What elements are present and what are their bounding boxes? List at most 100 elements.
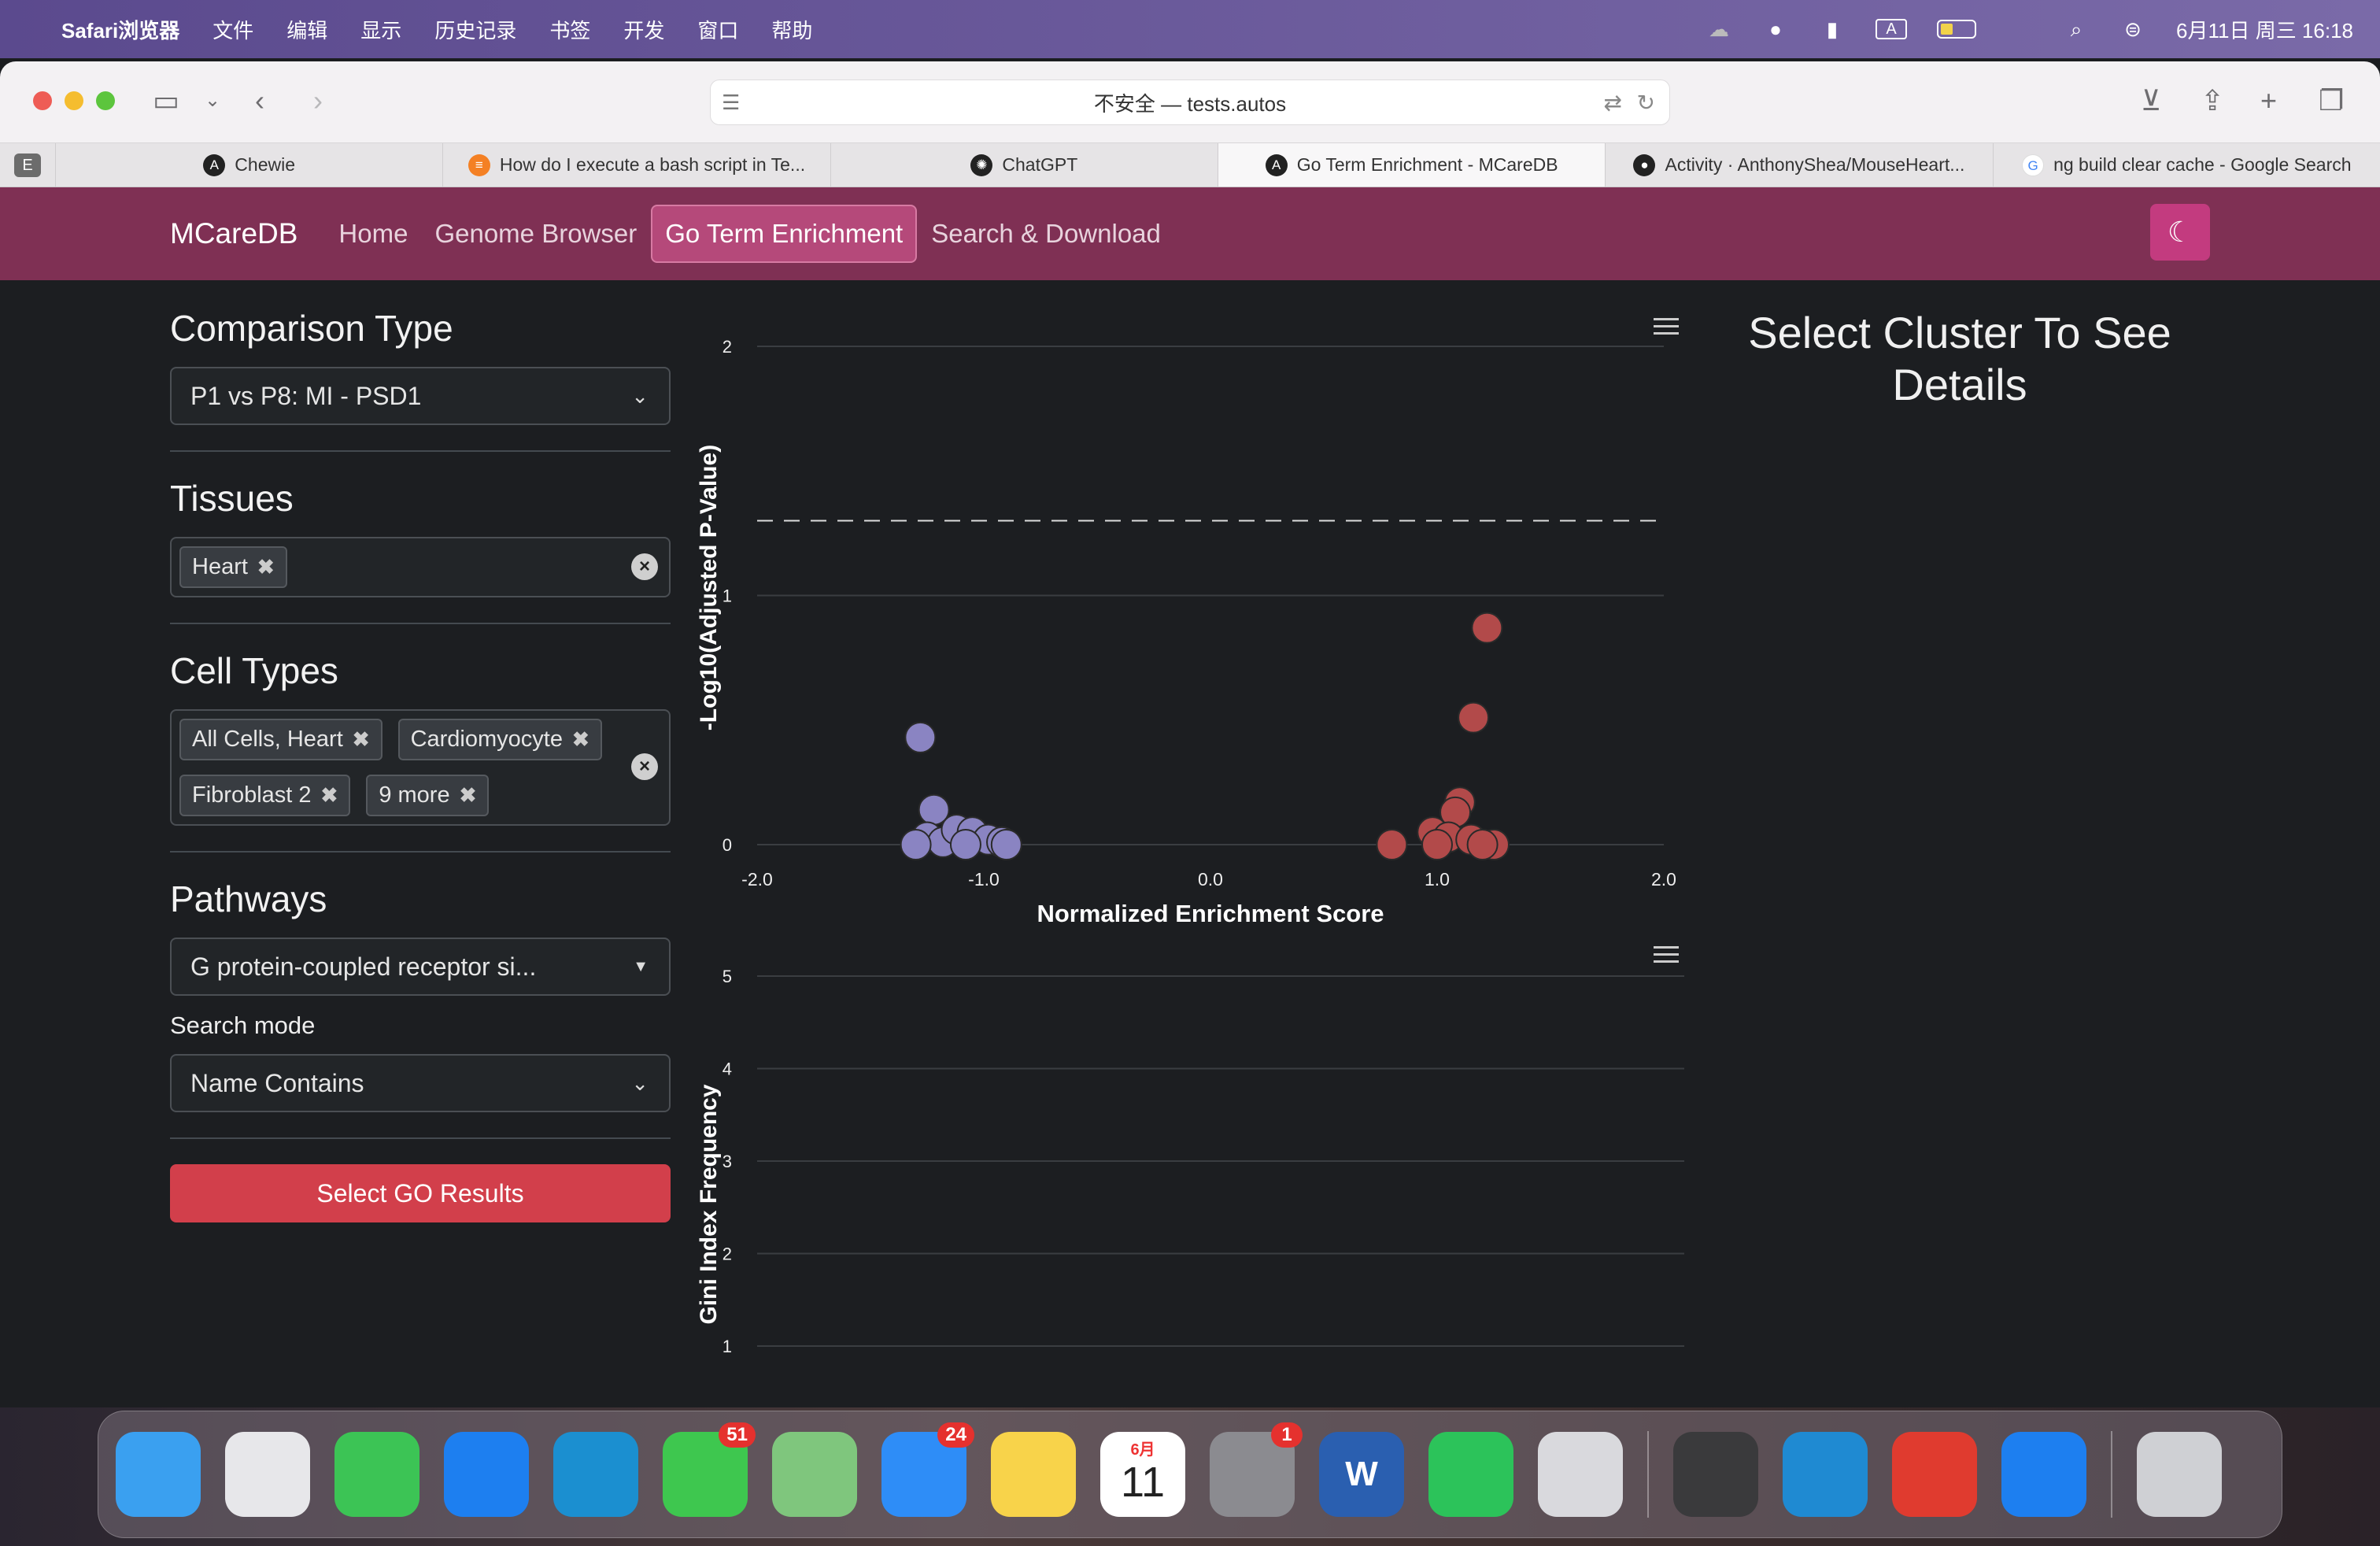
safari-technology-preview-icon[interactable] xyxy=(2001,1432,2086,1517)
menu-bookmarks[interactable]: 书签 xyxy=(549,15,590,44)
clear-all-icon[interactable]: × xyxy=(631,553,658,580)
nav-home[interactable]: Home xyxy=(338,219,408,249)
clear-all-icon[interactable]: × xyxy=(631,753,658,780)
cell-type-chip[interactable]: Cardiomyocyte ✖ xyxy=(397,719,602,760)
cloud-icon[interactable]: ☁ xyxy=(1706,19,1732,39)
battery-icon[interactable] xyxy=(1937,20,1977,39)
remove-chip-icon[interactable]: ✖ xyxy=(321,783,338,807)
menu-window[interactable]: 窗口 xyxy=(697,15,738,44)
forward-icon[interactable]: › xyxy=(313,85,323,117)
calculator-icon[interactable] xyxy=(1673,1432,1758,1517)
address-bar[interactable]: ☰ 不安全 — tests.autos ⇄ ↻ xyxy=(710,80,1670,125)
vscode-icon[interactable] xyxy=(1783,1432,1868,1517)
notes-icon[interactable] xyxy=(991,1432,1076,1517)
comparison-type-select[interactable]: P1 vs P8: MI - PSD1 ⌄ xyxy=(170,367,671,425)
contacts-status-icon[interactable]: ▮ xyxy=(1819,19,1846,39)
tab-stackoverflow[interactable]: ≡ How do I execute a bash script in Te... xyxy=(442,143,830,187)
menu-history[interactable]: 历史记录 xyxy=(434,15,516,44)
tab-chewie[interactable]: A Chewie xyxy=(55,143,442,187)
select-go-results-button[interactable]: Select GO Results xyxy=(170,1164,671,1222)
data-point[interactable] xyxy=(949,829,981,860)
tab-group-icon[interactable]: E xyxy=(0,143,55,187)
pathways-select[interactable]: G protein-coupled receptor si... ▼ xyxy=(170,938,671,996)
tab-overview-icon[interactable]: ❐ xyxy=(2319,85,2344,117)
data-point[interactable] xyxy=(1466,829,1499,860)
dark-mode-toggle[interactable]: ☾ xyxy=(2150,204,2210,261)
caret-down-icon: ▼ xyxy=(633,957,649,975)
minimize-window-button[interactable] xyxy=(65,91,83,110)
share-icon[interactable]: ⇪ xyxy=(2201,85,2224,117)
menu-develop[interactable]: 开发 xyxy=(623,15,664,44)
nav-search-download[interactable]: Search & Download xyxy=(931,219,1161,249)
cell-type-chip[interactable]: All Cells, Heart ✖ xyxy=(179,719,382,760)
data-point[interactable] xyxy=(1458,701,1490,734)
notification-badge: 24 xyxy=(937,1422,974,1448)
data-point[interactable] xyxy=(900,829,932,860)
wifi-icon[interactable] xyxy=(2006,19,2033,39)
safari-icon[interactable] xyxy=(444,1432,529,1517)
menu-bar-line xyxy=(1654,953,1679,956)
remove-chip-icon[interactable]: ✖ xyxy=(572,727,589,751)
tab-github-activity[interactable]: ● Activity · AnthonyShea/MouseHeart... xyxy=(1605,143,1992,187)
iphone-mirroring-icon[interactable] xyxy=(1538,1432,1623,1517)
remove-chip-icon[interactable]: ✖ xyxy=(460,783,477,807)
close-window-button[interactable] xyxy=(33,91,52,110)
facetime-icon[interactable] xyxy=(334,1432,419,1517)
tissue-chip[interactable]: Heart ✖ xyxy=(179,546,287,588)
page-menu-icon[interactable]: ☰ xyxy=(722,91,740,115)
word-icon[interactable]: W xyxy=(1319,1432,1404,1517)
data-point[interactable] xyxy=(1421,829,1453,860)
maps-icon[interactable] xyxy=(772,1432,857,1517)
chart-menu-icon[interactable] xyxy=(1654,946,1679,963)
menu-app-name[interactable]: Safari浏览器 xyxy=(61,15,179,44)
system-settings-icon[interactable]: 1 xyxy=(1210,1422,1303,1517)
data-point[interactable] xyxy=(1471,612,1503,644)
launchpad-icon[interactable] xyxy=(225,1432,310,1517)
tab-google-search[interactable]: Gng build clear cache - Google Search xyxy=(1992,143,2380,187)
data-point[interactable] xyxy=(990,829,1022,860)
new-tab-icon[interactable]: + xyxy=(2260,85,2277,117)
wps-icon[interactable] xyxy=(1892,1432,1977,1517)
control-center-icon[interactable]: ⊜ xyxy=(2119,19,2146,39)
cell-type-chip[interactable]: Fibroblast 2 ✖ xyxy=(179,775,351,816)
data-point[interactable] xyxy=(1376,829,1408,860)
brand-logo[interactable]: MCareDB xyxy=(170,217,298,250)
more-chip[interactable]: 9 more ✖ xyxy=(366,775,490,816)
menu-edit[interactable]: 编辑 xyxy=(286,15,327,44)
calendar-icon[interactable]: 6月 11 xyxy=(1100,1432,1185,1517)
translate-icon[interactable]: ⇄ xyxy=(1604,90,1622,116)
nav-go-term-enrichment[interactable]: Go Term Enrichment xyxy=(651,205,918,263)
messages-icon[interactable]: 51 xyxy=(663,1422,756,1517)
menu-help[interactable]: 帮助 xyxy=(771,15,812,44)
finder-icon[interactable] xyxy=(116,1432,201,1517)
reload-icon[interactable]: ↻ xyxy=(1637,90,1655,116)
downloads-icon[interactable]: ⊻ xyxy=(2141,85,2161,117)
zoom-window-button[interactable] xyxy=(96,91,115,110)
data-point[interactable] xyxy=(904,721,937,753)
divider xyxy=(170,851,671,853)
menu-clock[interactable]: 6月11日 周三 16:18 xyxy=(2176,15,2353,44)
remove-chip-icon[interactable]: ✖ xyxy=(257,555,275,579)
tab-go-term-enrichment[interactable]: A Go Term Enrichment - MCareDB xyxy=(1217,143,1606,187)
chevron-down-icon[interactable]: ⌄ xyxy=(205,85,220,117)
github-icon: ● xyxy=(1633,153,1656,176)
menu-view[interactable]: 显示 xyxy=(360,15,401,44)
remove-chip-icon[interactable]: ✖ xyxy=(353,727,370,751)
menu-file[interactable]: 文件 xyxy=(213,15,253,44)
chip-label: Heart xyxy=(192,554,248,579)
cell-types-multiselect[interactable]: All Cells, Heart ✖ Cardiomyocyte ✖ Fibrobl… xyxy=(170,709,671,826)
tissues-multiselect[interactable]: Heart ✖ × xyxy=(170,537,671,597)
wechat-status-icon[interactable]: ● xyxy=(1762,19,1789,39)
wechat-icon[interactable] xyxy=(1428,1432,1513,1517)
edge-icon[interactable] xyxy=(553,1432,638,1517)
sidebar-toggle-icon[interactable]: ▭ xyxy=(153,85,179,117)
mail-icon[interactable]: 24 xyxy=(881,1422,974,1517)
trash-icon[interactable] xyxy=(2137,1432,2222,1517)
tab-chatgpt[interactable]: ✺ ChatGPT xyxy=(830,143,1218,187)
search-mode-select[interactable]: Name Contains ⌄ xyxy=(170,1054,671,1112)
spotlight-search-icon[interactable]: ⌕ xyxy=(2063,19,2090,39)
back-icon[interactable]: ‹ xyxy=(255,85,264,117)
nav-genome-browser[interactable]: Genome Browser xyxy=(434,219,637,249)
chart-menu-icon[interactable] xyxy=(1654,318,1679,335)
input-method-icon[interactable]: A xyxy=(1876,19,1908,39)
